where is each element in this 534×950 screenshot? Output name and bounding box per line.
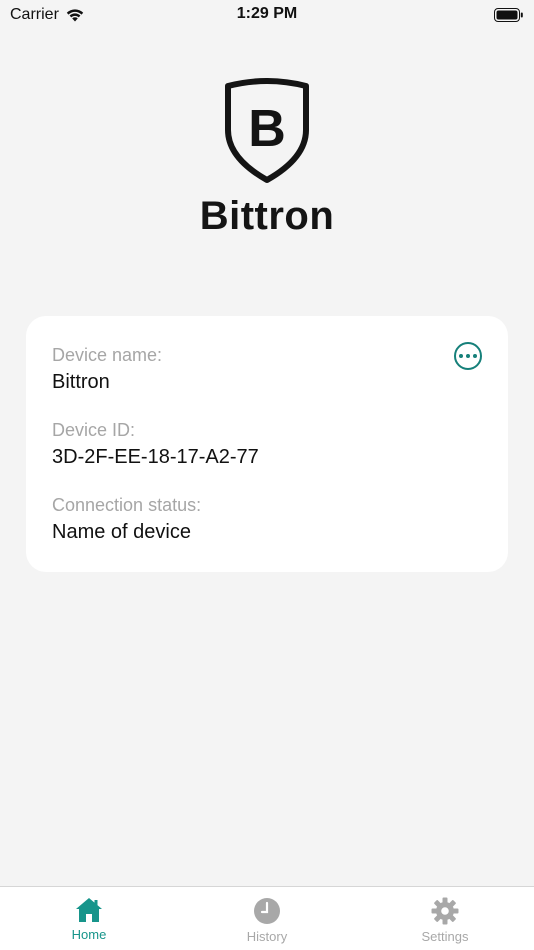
device-name-label: Device name:: [52, 345, 163, 365]
more-options-button[interactable]: [454, 342, 482, 370]
brand-logo: B Bittron: [0, 78, 534, 239]
tab-home[interactable]: Home: [0, 887, 178, 950]
device-id-field: Device ID: 3D-2F-EE-18-17-A2-77: [52, 419, 482, 470]
device-name-field: Device name: Bittron: [52, 344, 482, 395]
tab-history[interactable]: History: [178, 887, 356, 950]
clock-icon: [254, 898, 280, 924]
connection-status-value: Name of device: [52, 521, 191, 543]
battery-icon: [494, 8, 523, 22]
ellipsis-dot: [466, 354, 470, 358]
tab-bar: Home History Settings: [0, 886, 534, 950]
tab-settings-label: Settings: [421, 929, 469, 944]
tab-home-label: Home: [71, 927, 107, 942]
device-info-card: Device name: Bittron Device ID: 3D-2F-EE…: [26, 316, 508, 572]
connection-status-label: Connection status:: [52, 495, 202, 515]
status-time: 1:29 PM: [236, 5, 298, 22]
device-id-value: 3D-2F-EE-18-17-A2-77: [52, 446, 259, 468]
status-bar: Carrier 1:29 PM: [0, 0, 534, 30]
tab-history-label: History: [246, 929, 288, 944]
logo-letter: B: [248, 100, 286, 158]
device-id-label: Device ID:: [52, 420, 136, 440]
tab-settings[interactable]: Settings: [356, 887, 534, 950]
connection-status-field: Connection status: Name of device: [52, 494, 482, 545]
ellipsis-dot: [473, 354, 477, 358]
brand-name: Bittron: [199, 194, 335, 238]
ellipsis-circle-icon: [459, 354, 463, 358]
home-icon: [76, 898, 102, 922]
device-name-value: Bittron: [52, 371, 110, 393]
shield-logo-icon: B: [225, 78, 309, 183]
gear-icon: [431, 897, 459, 925]
